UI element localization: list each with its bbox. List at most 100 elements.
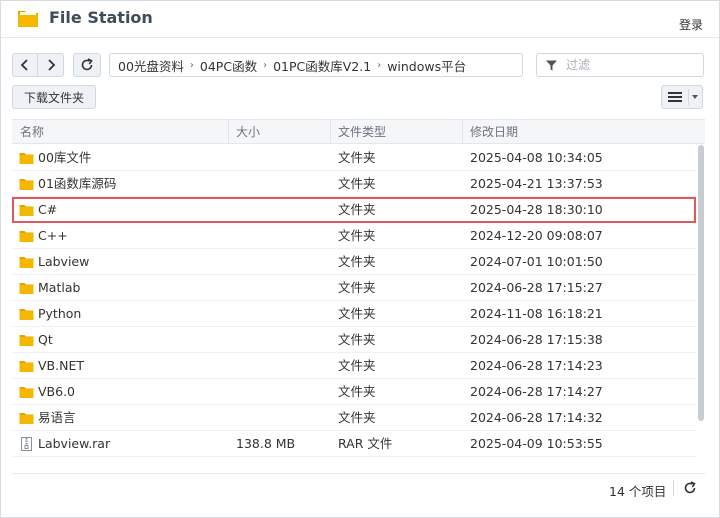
footer-separator [673, 480, 674, 496]
table-row[interactable]: Matlab 文件夹 2024-06-28 17:15:27 [12, 275, 696, 301]
file-type: 文件夹 [338, 176, 376, 191]
view-mode-button[interactable] [661, 85, 703, 109]
table-row[interactable]: Python 文件夹 2024-11-08 16:18:21 [12, 301, 696, 327]
file-type: 文件夹 [338, 384, 376, 399]
file-name: Matlab [38, 280, 81, 295]
file-date: 2024-12-20 09:08:07 [470, 228, 603, 243]
chevron-right-icon [47, 59, 55, 71]
title-bar: File Station 登录 [1, 1, 719, 37]
table-row[interactable]: Qt 文件夹 2024-06-28 17:15:38 [12, 327, 696, 353]
archive-icon [21, 437, 32, 451]
back-button[interactable] [12, 53, 38, 77]
column-header-size[interactable]: 大小 [228, 120, 330, 144]
folder-icon [19, 283, 34, 294]
file-type: 文件夹 [338, 202, 376, 217]
table-row[interactable]: VB6.0 文件夹 2024-06-28 17:14:27 [12, 379, 696, 405]
filter-input[interactable] [566, 58, 686, 72]
file-type: 文件夹 [338, 358, 376, 373]
file-date: 2025-04-08 10:34:05 [470, 150, 603, 165]
folder-icon [19, 413, 34, 424]
file-name: Python [38, 306, 82, 321]
login-link[interactable]: 登录 [679, 16, 703, 33]
file-name: Labview.rar [38, 436, 111, 451]
chevron-left-icon [20, 59, 28, 71]
column-header-name[interactable]: 名称 [12, 120, 228, 144]
title-divider [1, 37, 719, 38]
folder-icon [19, 335, 34, 346]
breadcrumb-item[interactable]: 04PC函数 [200, 56, 257, 75]
item-count: 14 个项目 [609, 484, 667, 499]
list-view-icon [668, 92, 682, 102]
file-list: 00库文件 文件夹 2025-04-08 10:34:05 01函数库源码 文件夹 202… [12, 145, 696, 457]
filter-icon [546, 60, 557, 70]
file-date: 2025-04-28 18:30:10 [470, 202, 603, 217]
file-type: 文件夹 [338, 254, 376, 269]
file-name: VB.NET [38, 358, 84, 373]
file-date: 2024-06-28 17:14:32 [470, 410, 603, 425]
file-size: 138.8 MB [236, 436, 296, 451]
file-date: 2024-06-28 17:14:23 [470, 358, 603, 373]
file-station-window: File Station 登录 00光盘资料 › 04PC函数 › 01PC函数… [0, 0, 720, 518]
chevron-right-icon: › [263, 59, 268, 71]
breadcrumb-item[interactable]: 01PC函数库V2.1 [273, 56, 371, 75]
file-name: 易语言 [38, 410, 76, 425]
refresh-icon [81, 58, 93, 71]
table-row[interactable]: 01函数库源码 文件夹 2025-04-21 13:37:53 [12, 171, 696, 197]
file-date: 2024-07-01 10:01:50 [470, 254, 603, 269]
scrollbar-thumb[interactable] [698, 145, 704, 421]
app-title: File Station [49, 8, 153, 27]
refresh-button[interactable] [73, 53, 101, 77]
file-date: 2025-04-09 10:53:55 [470, 436, 603, 451]
file-station-icon [18, 11, 38, 27]
file-name: VB6.0 [38, 384, 76, 399]
file-name: Qt [38, 332, 53, 347]
folder-icon [19, 309, 34, 320]
file-type: RAR 文件 [338, 436, 393, 451]
file-type: 文件夹 [338, 150, 376, 165]
file-date: 2025-04-21 13:37:53 [470, 176, 603, 191]
folder-icon [19, 179, 34, 190]
download-folder-button[interactable]: 下载文件夹 [12, 85, 96, 109]
file-name: 00库文件 [38, 150, 92, 165]
column-header-date[interactable]: 修改日期 [462, 120, 705, 144]
table-row[interactable]: 易语言 文件夹 2024-06-28 17:14:32 [12, 405, 696, 431]
column-header-type[interactable]: 文件类型 [330, 120, 462, 144]
chevron-right-icon: › [189, 59, 194, 71]
refresh-icon[interactable] [683, 481, 697, 495]
file-date: 2024-11-08 16:18:21 [470, 306, 603, 321]
file-type: 文件夹 [338, 228, 376, 243]
file-type: 文件夹 [338, 410, 376, 425]
table-row[interactable]: C++ 文件夹 2024-12-20 09:08:07 [12, 223, 696, 249]
footer-divider [12, 473, 705, 474]
caret-down-icon [692, 95, 698, 99]
file-date: 2024-06-28 17:14:27 [470, 384, 603, 399]
file-name: C# [38, 202, 58, 217]
folder-icon [19, 257, 34, 268]
forward-button[interactable] [38, 53, 64, 77]
folder-icon [19, 387, 34, 398]
chevron-right-icon: › [377, 59, 382, 71]
file-name: 01函数库源码 [38, 176, 117, 191]
file-date: 2024-06-28 17:15:38 [470, 332, 603, 347]
breadcrumb-item[interactable]: windows平台 [387, 56, 466, 75]
breadcrumb-item[interactable]: 00光盘资料 [118, 56, 184, 75]
file-type: 文件夹 [338, 280, 376, 295]
folder-icon [19, 205, 34, 216]
table-row[interactable]: 00库文件 文件夹 2025-04-08 10:34:05 [12, 145, 696, 171]
file-name: Labview [38, 254, 90, 269]
table-header: 名称 大小 文件类型 修改日期 [12, 119, 705, 144]
folder-icon [19, 361, 34, 372]
file-type: 文件夹 [338, 306, 376, 321]
file-type: 文件夹 [338, 332, 376, 347]
filter-box [536, 53, 704, 77]
folder-icon [19, 153, 34, 164]
file-date: 2024-06-28 17:15:27 [470, 280, 603, 295]
breadcrumb: 00光盘资料 › 04PC函数 › 01PC函数库V2.1 › windows平… [109, 53, 523, 77]
table-row[interactable]: Labview 文件夹 2024-07-01 10:01:50 [12, 249, 696, 275]
folder-icon [19, 231, 34, 242]
file-name: C++ [38, 228, 68, 243]
table-row[interactable]: C# 文件夹 2025-04-28 18:30:10 [12, 197, 696, 223]
table-row[interactable]: VB.NET 文件夹 2024-06-28 17:14:23 [12, 353, 696, 379]
view-button-divider [688, 89, 689, 105]
table-row[interactable]: Labview.rar 138.8 MB RAR 文件 2025-04-09 10:5… [12, 431, 696, 457]
